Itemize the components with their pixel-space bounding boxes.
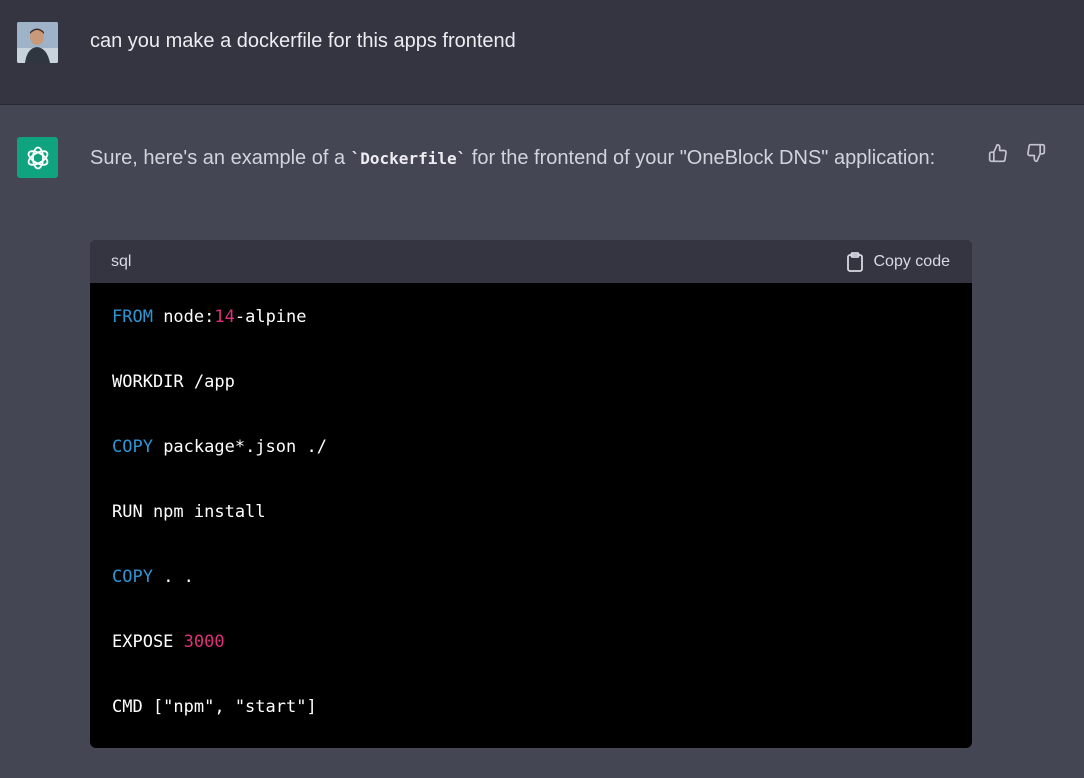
thumbs-up-button[interactable] [986,141,1010,165]
thumbs-down-icon [1027,143,1046,163]
code-language-label: sql [111,252,132,270]
copy-code-button[interactable]: Copy code [846,251,951,272]
code-text: package*.json ./ [152,437,327,457]
openai-logo-icon [27,146,48,169]
thumbs-down-button[interactable] [1024,141,1048,165]
code-line: COPY package*.json ./ [112,437,950,502]
user-avatar [17,22,58,63]
code-text: -alpine [234,307,307,327]
code-line: CMD ["npm", "start"] [112,697,950,748]
code-block-header: sql Copy code [90,240,972,283]
code-text: node: [152,307,215,327]
copy-code-label: Copy code [873,252,951,270]
assistant-avatar [17,137,58,178]
code-text: EXPOSE [112,632,184,652]
reply-text-before: Sure, here's an example of a [90,147,351,169]
code-number: 14 [214,307,235,327]
reply-text-after: for the frontend of your "OneBlock DNS" … [466,147,936,169]
code-text: . . [152,567,194,587]
code-line: EXPOSE 3000 [112,632,950,697]
user-message-row: can you make a dockerfile for this apps … [0,0,1084,105]
code-block: sql Copy code FROM node:14-alpine WORKDI… [90,240,972,748]
code-number: 3000 [183,632,225,652]
code-keyword: COPY [112,567,153,587]
user-avatar-image [17,22,58,63]
assistant-message-row: Sure, here's an example of a `Dockerfile… [0,105,1084,778]
code-content: FROM node:14-alpine WORKDIR /app COPY pa… [90,283,972,748]
code-line: RUN npm install [112,502,950,567]
assistant-message-text: Sure, here's an example of a `Dockerfile… [90,139,950,178]
code-text: RUN npm install [112,502,266,522]
clipboard-icon [846,251,863,272]
thumbs-up-icon [988,143,1007,163]
code-keyword: FROM [112,307,153,327]
user-message-text: can you make a dockerfile for this apps … [90,30,516,52]
code-line: COPY . . [112,567,950,632]
code-line: FROM node:14-alpine [112,307,950,372]
code-text: CMD ["npm", "start"] [112,697,317,717]
code-text: WORKDIR /app [112,372,235,392]
inline-code-dockerfile: `Dockerfile` [350,149,467,168]
code-keyword: COPY [112,437,153,457]
code-line: WORKDIR /app [112,372,950,437]
